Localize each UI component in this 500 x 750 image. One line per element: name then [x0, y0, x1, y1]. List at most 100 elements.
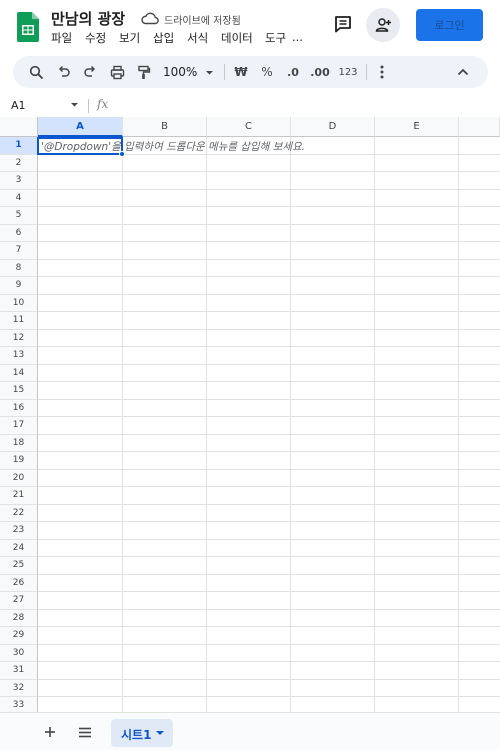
menu-data[interactable]: 데이터 [221, 30, 253, 46]
row-header-2[interactable]: 2 [0, 154, 38, 172]
row-gridline [38, 556, 500, 557]
row-header-6[interactable]: 6 [0, 224, 38, 242]
row-header-26[interactable]: 26 [0, 574, 38, 592]
row-gridline [38, 416, 500, 417]
menu-more[interactable]: ... [292, 30, 303, 44]
row-header-31[interactable]: 31 [0, 662, 38, 680]
column-header-b[interactable]: B [123, 117, 207, 137]
formula-bar-divider [88, 99, 89, 113]
column-header-a[interactable]: A [38, 117, 123, 137]
row-header-4[interactable]: 4 [0, 189, 38, 207]
add-sheet-button[interactable] [41, 723, 59, 741]
row-gridline [38, 626, 500, 627]
share-button[interactable] [366, 8, 400, 42]
row-header-17[interactable]: 17 [0, 417, 38, 435]
row-header-13[interactable]: 13 [0, 347, 38, 365]
zoom-select[interactable]: 100% [163, 56, 215, 88]
column-header-d[interactable]: D [291, 117, 375, 137]
column-header-e[interactable]: E [375, 117, 459, 137]
row-header-7[interactable]: 7 [0, 242, 38, 260]
column-gridline [122, 137, 123, 712]
chevron-down-icon[interactable] [155, 729, 165, 737]
name-box[interactable]: A1 [11, 99, 26, 112]
row-gridline [38, 503, 500, 505]
paint-format-button[interactable] [133, 56, 155, 88]
row-header-19[interactable]: 19 [0, 452, 38, 470]
menu-insert[interactable]: 삽입 [153, 30, 174, 46]
row-header-32[interactable]: 32 [0, 679, 38, 697]
row-header-28[interactable]: 28 [0, 609, 38, 627]
row-header-29[interactable]: 29 [0, 627, 38, 645]
number-format-button[interactable]: 123 [336, 56, 360, 88]
menu-tools[interactable]: 도구 [265, 30, 286, 46]
more-options-button[interactable] [371, 56, 393, 88]
zoom-value: 100% [163, 65, 198, 79]
chevron-down-icon[interactable] [70, 100, 79, 109]
menu-file[interactable]: 파일 [51, 30, 72, 46]
select-all-corner[interactable] [0, 117, 38, 137]
row-gridline [38, 486, 500, 487]
column-gridline [206, 137, 207, 712]
toolbar-divider [224, 64, 225, 80]
row-header-11[interactable]: 11 [0, 312, 38, 330]
column-header-c[interactable]: C [207, 117, 291, 137]
cloud-done-icon[interactable] [141, 11, 159, 25]
row-gridline [38, 188, 500, 190]
row-header-18[interactable]: 18 [0, 434, 38, 452]
collapse-toolbar-button[interactable] [452, 56, 474, 88]
row-header-5[interactable]: 5 [0, 207, 38, 225]
row-header-20[interactable]: 20 [0, 469, 38, 487]
row-gridline [38, 241, 500, 242]
row-header-33[interactable]: 33 [0, 697, 38, 712]
row-gridline [38, 311, 500, 312]
row-header-12[interactable]: 12 [0, 329, 38, 347]
menu-format[interactable]: 서식 [187, 30, 208, 46]
row-header-1[interactable]: 1 [0, 137, 38, 155]
add-person-icon [375, 18, 391, 32]
comment-button[interactable] [330, 11, 356, 37]
row-header-10[interactable]: 10 [0, 294, 38, 312]
row-header-15[interactable]: 15 [0, 382, 38, 400]
percent-format-button[interactable]: % [256, 56, 278, 88]
all-sheets-button[interactable] [76, 723, 94, 741]
row-header-30[interactable]: 30 [0, 644, 38, 662]
save-status: 드라이브에 저장됨 [164, 16, 241, 27]
row-gridline [38, 661, 500, 662]
column-header-partial[interactable] [459, 117, 500, 137]
row-header-25[interactable]: 25 [0, 557, 38, 575]
row-gridline [38, 363, 500, 365]
menu-view[interactable]: 보기 [119, 30, 140, 46]
decrease-decimal-button[interactable]: .0 [282, 56, 304, 88]
more-vertical-icon [380, 65, 384, 79]
row-gridline [38, 171, 500, 172]
currency-format-button[interactable]: ₩ [230, 56, 252, 88]
row-header-22[interactable]: 22 [0, 504, 38, 522]
row-header-21[interactable]: 21 [0, 487, 38, 505]
row-gridline [38, 608, 500, 610]
row-gridline [38, 276, 500, 277]
row-gridline [38, 643, 500, 645]
row-header-27[interactable]: 27 [0, 592, 38, 610]
row-header-16[interactable]: 16 [0, 399, 38, 417]
login-button[interactable]: 로그인 [416, 9, 483, 41]
row-header-8[interactable]: 8 [0, 259, 38, 277]
sheet-tab-label: 시트1 [121, 728, 152, 742]
toolbar: 100% ₩ % .0 .00 123 [13, 56, 488, 88]
print-button[interactable] [105, 56, 129, 88]
google-sheets-logo[interactable] [17, 12, 39, 42]
comment-icon [335, 16, 351, 33]
row-header-23[interactable]: 23 [0, 522, 38, 540]
increase-decimal-button[interactable]: .00 [308, 56, 332, 88]
row-header-14[interactable]: 14 [0, 364, 38, 382]
row-gridline [38, 591, 500, 592]
redo-button[interactable] [79, 56, 101, 88]
menu-edit[interactable]: 수정 [85, 30, 106, 46]
row-header-3[interactable]: 3 [0, 172, 38, 190]
undo-button[interactable] [53, 56, 75, 88]
spreadsheet-grid[interactable]: A B C D E 1 2 3 4 5 6 7 8 9 10 11 12 13 14 15 16 17 18 19 2… [0, 117, 500, 712]
search-button[interactable] [25, 56, 47, 88]
document-title[interactable]: 만남의 광장 [51, 8, 125, 29]
sheet-tab-active[interactable]: 시트1 [111, 719, 173, 747]
row-header-9[interactable]: 9 [0, 277, 38, 295]
row-header-24[interactable]: 24 [0, 539, 38, 557]
